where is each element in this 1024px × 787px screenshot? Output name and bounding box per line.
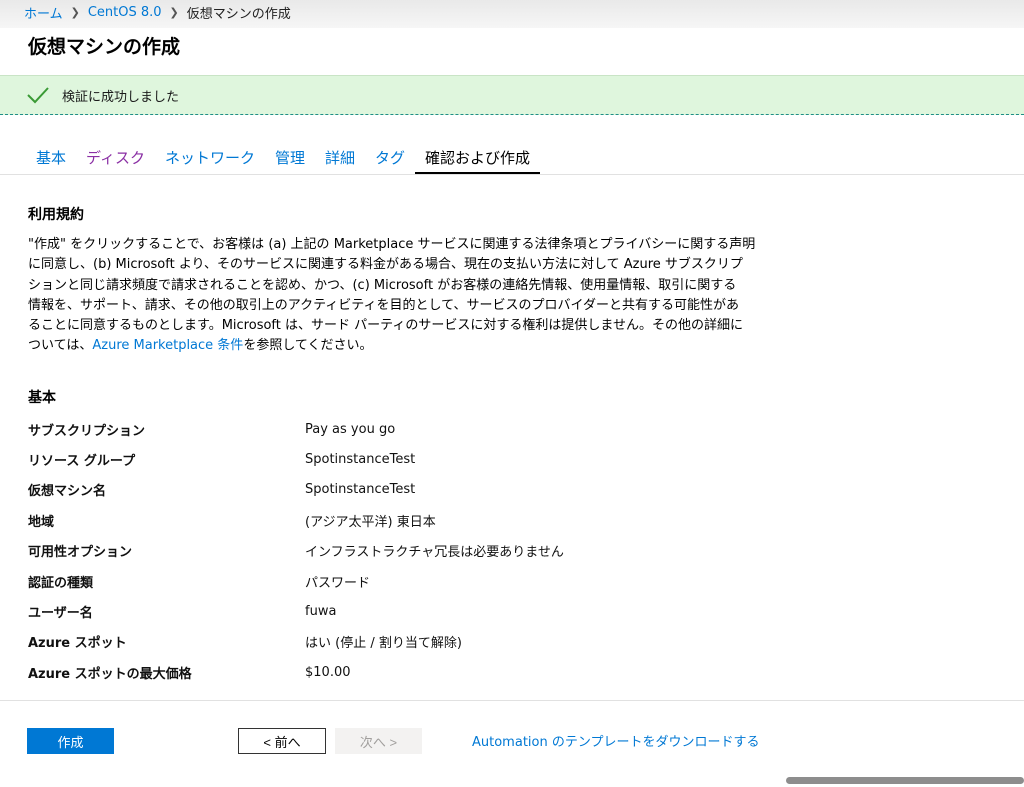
summary-row: リソース グループ SpotinstanceTest <box>28 444 928 474</box>
terms-line-last: ついては、Azure Marketplace 条件を参照してください。 <box>28 336 818 356</box>
terms-line: 情報を、サポート、請求、その他の取引上のアクティビティを目的として、サービスのプ… <box>28 297 739 313</box>
checkmark-icon <box>27 87 49 104</box>
summary-row: 地域 (アジア太平洋) 東日本 <box>28 505 928 535</box>
summary-key: 可用性オプション <box>28 545 133 561</box>
summary-value: SpotinstanceTest <box>305 482 416 498</box>
summary-value: パスワード <box>305 575 371 591</box>
summary-value: はい (停止 / 割り当て解除) <box>305 636 462 652</box>
summary-key: ユーザー名 <box>28 606 93 622</box>
summary-key: サブスクリプション <box>28 423 146 439</box>
terms-text: "作成" をクリックすることで、お客様は (a) 上記の Marketplace… <box>28 235 818 357</box>
chevron-right-icon: ❯ <box>169 5 179 19</box>
tab-bar: 基本 ディスク ネットワーク 管理 詳細 タグ 確認および作成 <box>26 140 541 174</box>
terms-line: ションと同じ請求頻度で請求されることを認め、かつ、(c) Microsoft が… <box>28 277 737 293</box>
breadcrumb-centos-link[interactable]: CentOS 8.0 <box>88 5 162 20</box>
summary-row: 仮想マシン名 SpotinstanceTest <box>28 475 928 505</box>
terms-line: ることに同意するものとします。Microsoft は、サード パーティのサービス… <box>28 318 743 334</box>
summary-key: リソース グループ <box>28 454 136 470</box>
summary-key: Azure スポット <box>28 636 127 652</box>
breadcrumb-current: 仮想マシンの作成 <box>186 6 291 22</box>
validation-message: 検証に成功しました <box>62 89 180 105</box>
summary-value: Pay as you go <box>305 421 396 437</box>
previous-button[interactable]: < 前へ <box>238 728 326 754</box>
summary-key: 地域 <box>28 514 55 530</box>
terms-last-suffix: を参照してください。 <box>243 338 373 354</box>
summary-value: $10.00 <box>305 664 351 680</box>
summary-row: ユーザー名 fuwa <box>28 596 928 626</box>
breadcrumb: ホーム ❯ CentOS 8.0 ❯ 仮想マシンの作成 <box>24 2 291 22</box>
terms-last-prefix: ついては、 <box>28 338 93 354</box>
tab-networking[interactable]: ネットワーク <box>155 140 265 174</box>
tabs-divider <box>0 174 1024 175</box>
terms-line: に同意し、(b) Microsoft より、そのサービスに関連する料金がある場合… <box>28 257 743 273</box>
page-title: 仮想マシンの作成 <box>28 36 181 58</box>
basics-heading: 基本 <box>28 390 56 406</box>
summary-value: SpotinstanceTest <box>305 452 416 468</box>
summary-row: Azure スポット はい (停止 / 割り当て解除) <box>28 627 928 657</box>
download-automation-template-link[interactable]: Automation のテンプレートをダウンロードする <box>472 731 759 750</box>
footer-divider <box>0 700 1024 701</box>
tab-disks[interactable]: ディスク <box>76 140 155 174</box>
summary-value: インフラストラクチャ冗長は必要ありません <box>305 545 564 561</box>
tab-advanced[interactable]: 詳細 <box>315 140 365 174</box>
summary-row: 可用性オプション インフラストラクチャ冗長は必要ありません <box>28 536 928 566</box>
summary-row: サブスクリプション Pay as you go <box>28 414 928 444</box>
summary-row: 認証の種類 パスワード <box>28 566 928 596</box>
breadcrumb-home-link[interactable]: ホーム <box>24 3 63 22</box>
summary-value: fuwa <box>305 604 337 620</box>
next-button[interactable]: 次へ > <box>335 728 422 754</box>
summary-key: Azure スポットの最大価格 <box>28 666 192 682</box>
terms-line: "作成" をクリックすることで、お客様は (a) 上記の Marketplace… <box>28 237 756 252</box>
azure-marketplace-terms-link[interactable]: Azure Marketplace 条件 <box>92 338 243 353</box>
tab-review-create[interactable]: 確認および作成 <box>415 140 541 174</box>
tab-management[interactable]: 管理 <box>265 140 315 174</box>
horizontal-scrollbar[interactable] <box>786 777 1024 784</box>
chevron-right-icon: ❯ <box>70 5 80 19</box>
summary-key: 認証の種類 <box>28 575 94 591</box>
summary-key: 仮想マシン名 <box>28 484 107 500</box>
basics-summary: サブスクリプション Pay as you go リソース グループ Spotin… <box>28 414 928 688</box>
terms-heading: 利用規約 <box>28 207 84 223</box>
validation-success-banner: 検証に成功しました <box>0 75 1024 115</box>
tab-basics[interactable]: 基本 <box>26 140 76 174</box>
tab-tags[interactable]: タグ <box>365 140 415 174</box>
summary-value: (アジア太平洋) 東日本 <box>305 514 436 530</box>
create-button[interactable]: 作成 <box>27 728 114 754</box>
summary-row: Azure スポットの最大価格 $10.00 <box>28 657 928 687</box>
